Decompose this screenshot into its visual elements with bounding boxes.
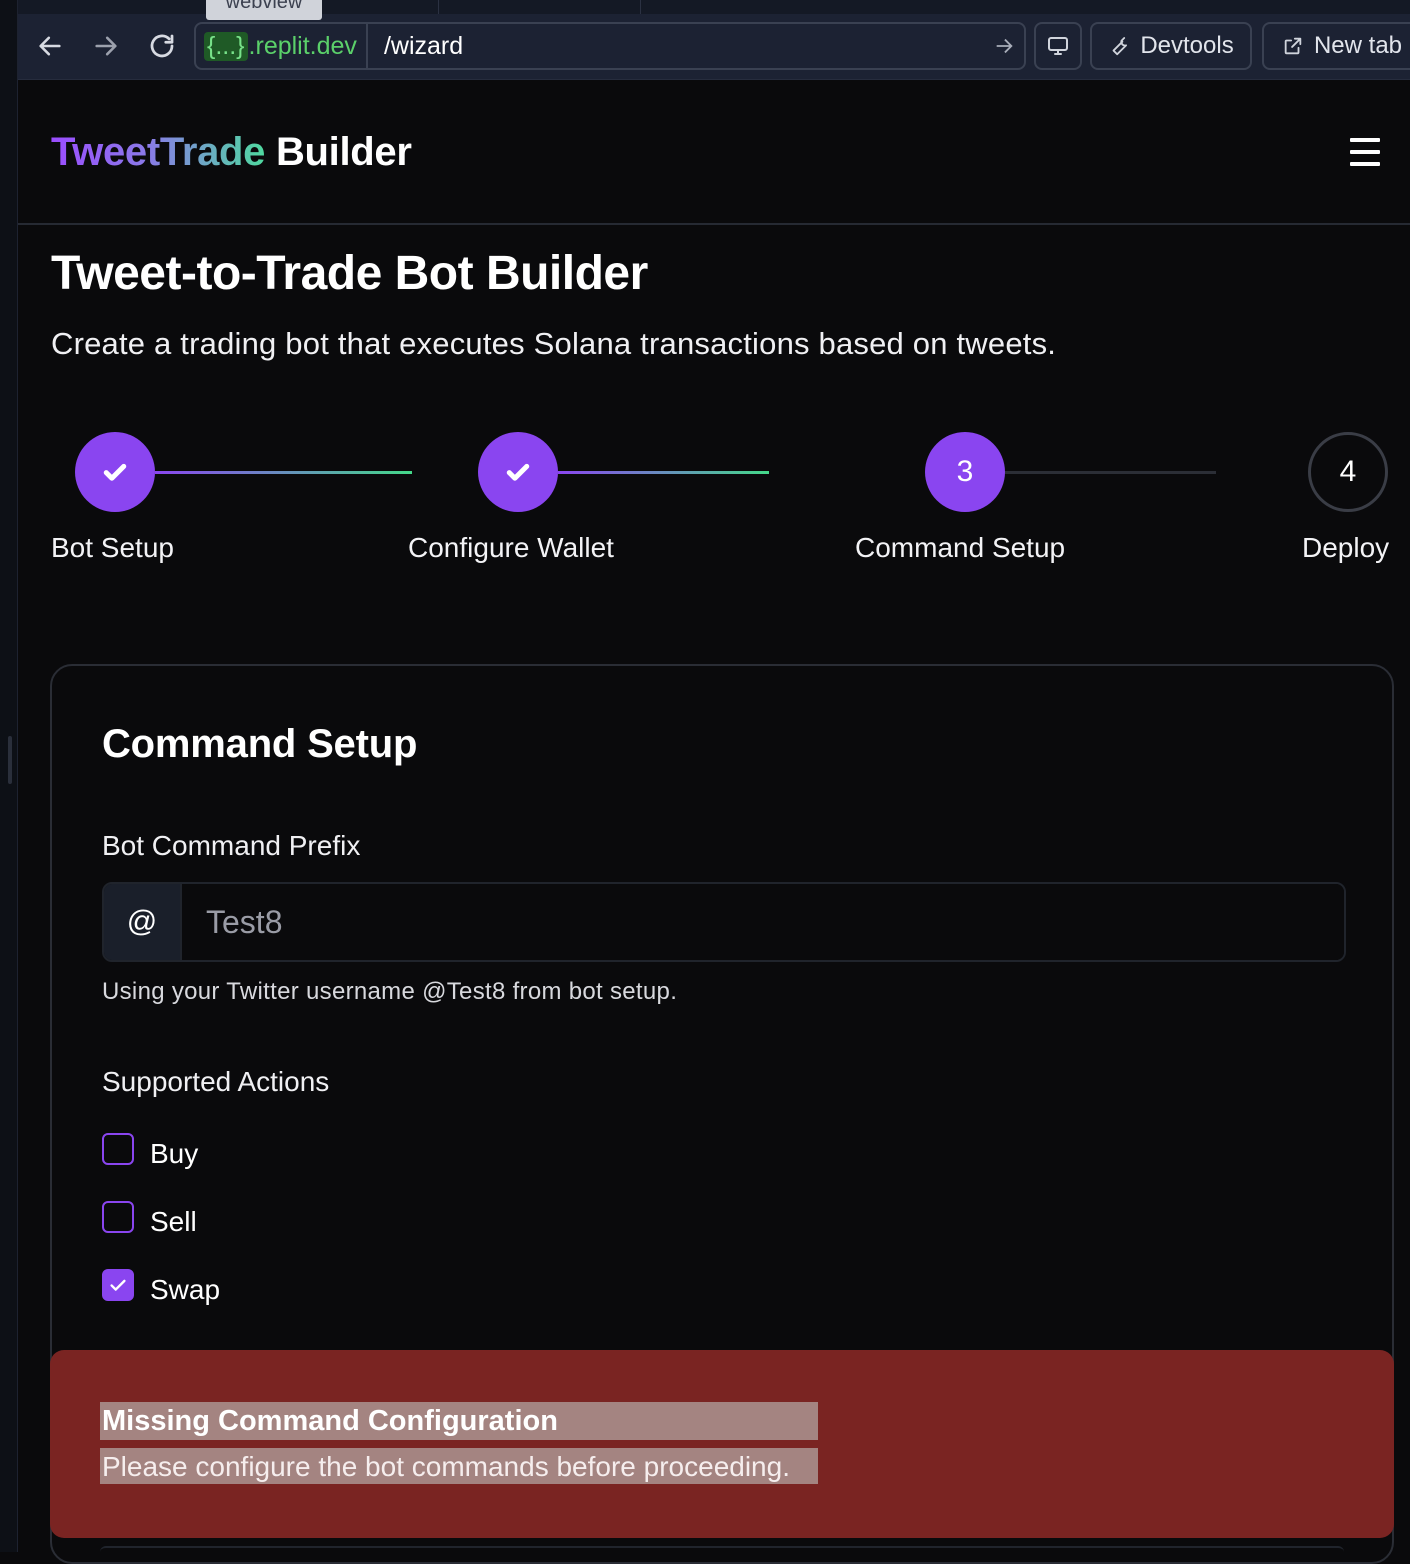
action-buy[interactable]: Buy <box>102 1128 198 1170</box>
buy-label[interactable]: Buy <box>150 1138 198 1170</box>
prefix-help-text: Using your Twitter username @Test8 from … <box>102 978 678 1005</box>
check-icon <box>506 463 530 481</box>
alert-message: Please configure the bot commands before… <box>100 1448 818 1484</box>
error-alert: Missing Command Configuration Please con… <box>50 1350 1394 1538</box>
monitor-icon <box>1048 37 1068 55</box>
brand-logo[interactable]: TweetTrade Builder <box>51 130 412 175</box>
new-tab-label: New tab <box>1313 32 1403 59</box>
step-connector-2 <box>558 471 769 474</box>
browser-toolbar: webview {...} .replit.dev /wizard Devtool… <box>18 0 1410 80</box>
buy-checkbox[interactable] <box>102 1133 134 1165</box>
reload-button[interactable] <box>142 26 182 66</box>
url-domain-text: .replit.dev <box>248 31 357 60</box>
back-button[interactable] <box>30 26 70 66</box>
sell-checkbox[interactable] <box>102 1201 134 1233</box>
url-go-button[interactable] <box>984 35 1024 57</box>
action-swap[interactable]: Swap <box>102 1264 220 1306</box>
url-bar[interactable]: {...} .replit.dev /wizard <box>194 22 1026 70</box>
resize-handle[interactable] <box>8 736 12 784</box>
action-sell[interactable]: Sell <box>102 1196 197 1238</box>
url-domain: {...} .replit.dev <box>196 24 368 68</box>
step-2-label: Configure Wallet <box>408 532 614 563</box>
arrow-left-icon <box>39 36 61 56</box>
page-subtitle: Create a trading bot that executes Solan… <box>51 326 1057 361</box>
devtools-button[interactable]: Devtools <box>1090 22 1252 70</box>
step-1-label: Bot Setup <box>51 532 174 563</box>
url-domain-badge: {...} <box>204 31 248 61</box>
prefix-input-group: @ <box>102 882 1346 962</box>
step-3-circle: 3 <box>925 432 1005 512</box>
arrow-right-icon <box>95 36 117 56</box>
actions-label: Supported Actions <box>102 1066 330 1097</box>
step-4-circle: 4 <box>1308 432 1388 512</box>
step-4-label: Deploy <box>1302 532 1390 563</box>
tab-divider <box>640 0 641 14</box>
url-path[interactable]: /wizard <box>368 32 984 61</box>
app-viewport: TweetTrade Builder Tweet-to-Trade Bot Bu… <box>18 80 1410 1564</box>
devtools-label: Devtools <box>1140 32 1234 59</box>
wrench-icon <box>1112 37 1128 56</box>
page-title: Tweet-to-Trade Bot Builder <box>51 247 648 300</box>
tab-divider <box>438 0 439 14</box>
card-title: Command Setup <box>102 722 418 766</box>
forward-button[interactable] <box>86 26 126 66</box>
check-icon <box>110 1279 126 1291</box>
app-header: TweetTrade Builder <box>18 80 1410 225</box>
reload-icon <box>150 34 174 58</box>
menu-icon[interactable] <box>1350 138 1380 166</box>
prefix-input[interactable] <box>182 884 1344 960</box>
step-2-circle <box>478 432 558 512</box>
sell-label[interactable]: Sell <box>150 1206 197 1238</box>
step-4-number: 4 <box>1339 455 1357 488</box>
brand-gradient-text: TweetTrade <box>51 130 266 174</box>
step-connector-3 <box>1005 471 1216 474</box>
arrow-right-icon <box>996 38 1013 54</box>
alert-title: Missing Command Configuration <box>100 1402 818 1440</box>
at-sign-addon: @ <box>104 884 182 960</box>
external-link-icon <box>1284 37 1302 55</box>
check-icon <box>103 463 127 481</box>
left-panel-gutter <box>0 0 18 1552</box>
step-3-label: Command Setup <box>855 532 1066 563</box>
swap-checkbox[interactable] <box>102 1269 134 1301</box>
swap-label[interactable]: Swap <box>150 1274 220 1306</box>
step-connector-1 <box>155 471 412 474</box>
tab-webview[interactable]: webview <box>206 0 322 20</box>
prefix-label: Bot Command Prefix <box>102 830 361 861</box>
step-1-circle <box>75 432 155 512</box>
next-field-edge <box>100 1546 1344 1552</box>
brand-text: Builder <box>265 130 412 174</box>
device-preview-button[interactable] <box>1034 22 1082 70</box>
step-3-number: 3 <box>956 455 974 488</box>
new-tab-button[interactable]: New tab <box>1262 22 1410 70</box>
